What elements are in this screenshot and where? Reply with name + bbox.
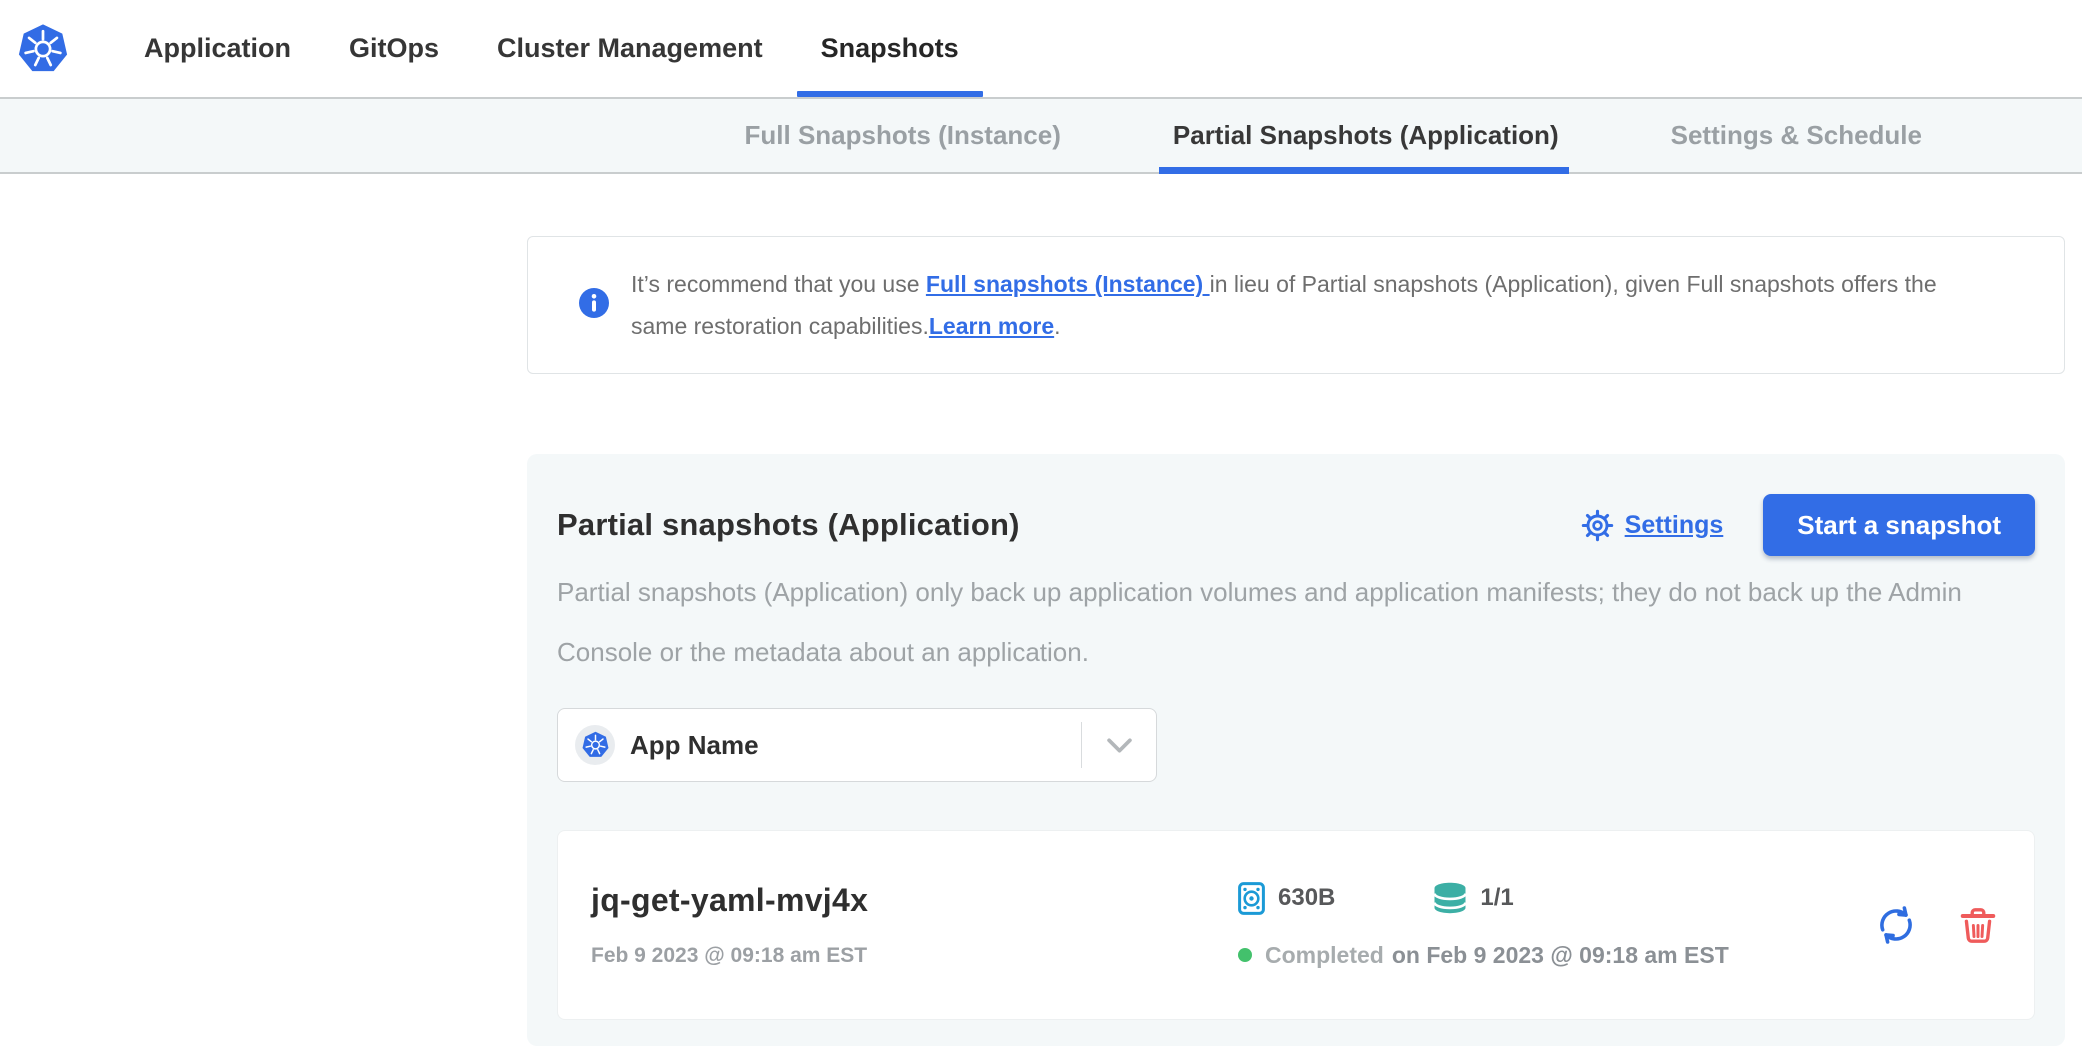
info-text-end: . xyxy=(1054,313,1060,339)
snapshot-size-value: 630B xyxy=(1278,884,1335,912)
delete-snapshot-button[interactable] xyxy=(1958,905,1998,945)
snapshot-volumes-value: 1/1 xyxy=(1480,884,1513,912)
learn-more-link[interactable]: Learn more xyxy=(929,313,1054,339)
snapshot-row: jq-get-yaml-mvj4x Feb 9 2023 @ 09:18 am … xyxy=(557,830,2035,1020)
nav-item-cluster-management[interactable]: Cluster Management xyxy=(497,0,763,97)
top-nav-items: Application GitOps Cluster Management Sn… xyxy=(144,0,959,97)
top-nav: Application GitOps Cluster Management Sn… xyxy=(0,0,2082,97)
content-area: It’s recommend that you use Full snapsho… xyxy=(0,174,2082,1046)
tab-full-snapshots-instance[interactable]: Full Snapshots (Instance) xyxy=(745,99,1061,172)
database-volumes-icon xyxy=(1433,882,1467,914)
tab-partial-snapshots-application[interactable]: Partial Snapshots (Application) xyxy=(1173,99,1559,172)
snapshot-status: Completed xyxy=(1265,942,1384,969)
disk-size-icon xyxy=(1238,882,1265,915)
kubernetes-logo-icon[interactable] xyxy=(18,23,68,75)
full-snapshots-instance-link[interactable]: Full snapshots (Instance) xyxy=(926,271,1210,297)
restore-snapshot-button[interactable] xyxy=(1874,903,1918,947)
chevron-down-icon xyxy=(1082,737,1156,754)
snapshot-metrics: 630B 1/1 xyxy=(1238,882,1729,915)
snapshot-actions xyxy=(1874,903,1998,947)
nav-item-application[interactable]: Application xyxy=(144,0,291,97)
settings-link[interactable]: Settings xyxy=(1581,509,1724,542)
snapshot-created-timestamp: Feb 9 2023 @ 09:18 am EST xyxy=(591,944,1238,968)
nav-item-snapshots[interactable]: Snapshots xyxy=(821,0,959,97)
partial-snapshots-panel: Partial snapshots (Application) xyxy=(527,454,2065,1046)
panel-title: Partial snapshots (Application) xyxy=(557,507,1581,543)
app-name-value: App Name xyxy=(630,730,759,761)
tab-settings-schedule[interactable]: Settings & Schedule xyxy=(1671,99,1922,172)
snapshots-page: Application GitOps Cluster Management Sn… xyxy=(0,0,2082,1056)
snapshot-completed-timestamp: on Feb 9 2023 @ 09:18 am EST xyxy=(1392,942,1729,969)
start-snapshot-button[interactable]: Start a snapshot xyxy=(1763,494,2035,556)
snapshots-tab-bar: Full Snapshots (Instance) Partial Snapsh… xyxy=(0,97,2082,174)
panel-header: Partial snapshots (Application) xyxy=(557,494,2035,556)
info-text-middle: in lieu of Partial snapshots (Applicatio… xyxy=(1210,271,1937,297)
snapshot-info: jq-get-yaml-mvj4x Feb 9 2023 @ 09:18 am … xyxy=(591,882,1238,968)
snapshot-volumes-metric: 1/1 xyxy=(1433,882,1513,914)
restore-icon xyxy=(1874,903,1918,947)
snapshot-name: jq-get-yaml-mvj4x xyxy=(591,882,1238,919)
snapshot-size-metric: 630B xyxy=(1238,882,1335,915)
snapshot-status-row: Completed on Feb 9 2023 @ 09:18 am EST xyxy=(1238,942,1729,969)
gear-icon xyxy=(1581,509,1614,542)
panel-description: Partial snapshots (Application) only bac… xyxy=(557,562,2035,682)
nav-item-gitops[interactable]: GitOps xyxy=(349,0,439,97)
settings-label: Settings xyxy=(1625,511,1724,540)
app-kubernetes-icon xyxy=(575,725,615,765)
info-icon xyxy=(579,288,609,323)
info-banner-text: It’s recommend that you use Full snapsho… xyxy=(631,263,1937,347)
status-dot-icon xyxy=(1238,948,1252,962)
info-text-line2: same restoration capabilities. xyxy=(631,313,929,339)
app-name-dropdown[interactable]: App Name xyxy=(557,708,1157,782)
info-banner: It’s recommend that you use Full snapsho… xyxy=(527,236,2065,374)
info-text-start: It’s recommend that you use xyxy=(631,271,926,297)
trash-icon xyxy=(1958,905,1998,945)
snapshot-details: 630B 1/1 xyxy=(1238,882,1729,969)
